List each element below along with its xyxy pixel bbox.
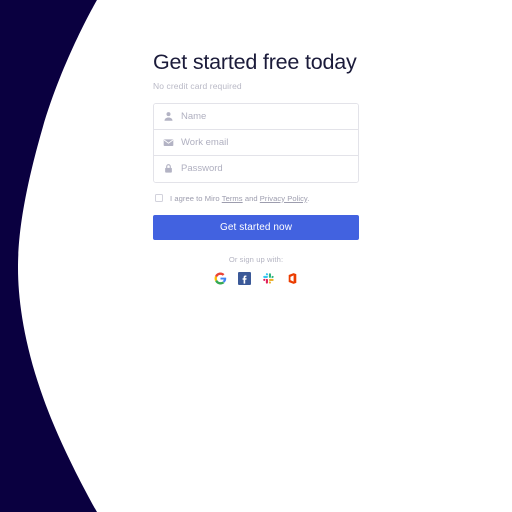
terms-link[interactable]: Terms [222, 194, 243, 203]
signup-page: Get started free today No credit card re… [0, 0, 512, 512]
office-icon[interactable] [286, 272, 299, 285]
terms-agreement-row: I agree to Miro Terms and Privacy Policy… [153, 194, 359, 203]
email-input[interactable] [181, 129, 358, 155]
terms-conjunction: and [242, 193, 260, 203]
get-started-button[interactable]: Get started now [153, 214, 359, 240]
decorative-curve-shape [0, 0, 97, 512]
page-subtitle: No credit card required [153, 80, 242, 91]
password-field-row[interactable] [154, 155, 358, 182]
privacy-policy-link[interactable]: Privacy Policy [260, 194, 307, 203]
slack-icon[interactable] [262, 272, 275, 285]
page-title: Get started free today [153, 50, 357, 74]
social-signup-icons [153, 271, 359, 285]
social-signup-label: Or sign up with: [228, 254, 284, 264]
person-icon [163, 111, 174, 122]
password-input[interactable] [181, 155, 358, 182]
terms-prefix: I agree to Miro [170, 193, 222, 203]
signup-fields-group [153, 102, 359, 183]
google-icon[interactable] [214, 272, 227, 285]
terms-text: I agree to Miro Terms and Privacy Policy… [170, 194, 309, 203]
lock-icon [163, 163, 174, 174]
terms-suffix: . [307, 193, 310, 203]
facebook-icon[interactable] [237, 271, 251, 285]
envelope-icon [163, 137, 174, 148]
email-field-row[interactable] [154, 129, 358, 156]
name-input[interactable] [181, 103, 358, 129]
terms-checkbox[interactable] [155, 194, 163, 203]
name-field-row[interactable] [154, 103, 358, 130]
signup-form-panel: Get started free today No credit card re… [153, 50, 359, 285]
